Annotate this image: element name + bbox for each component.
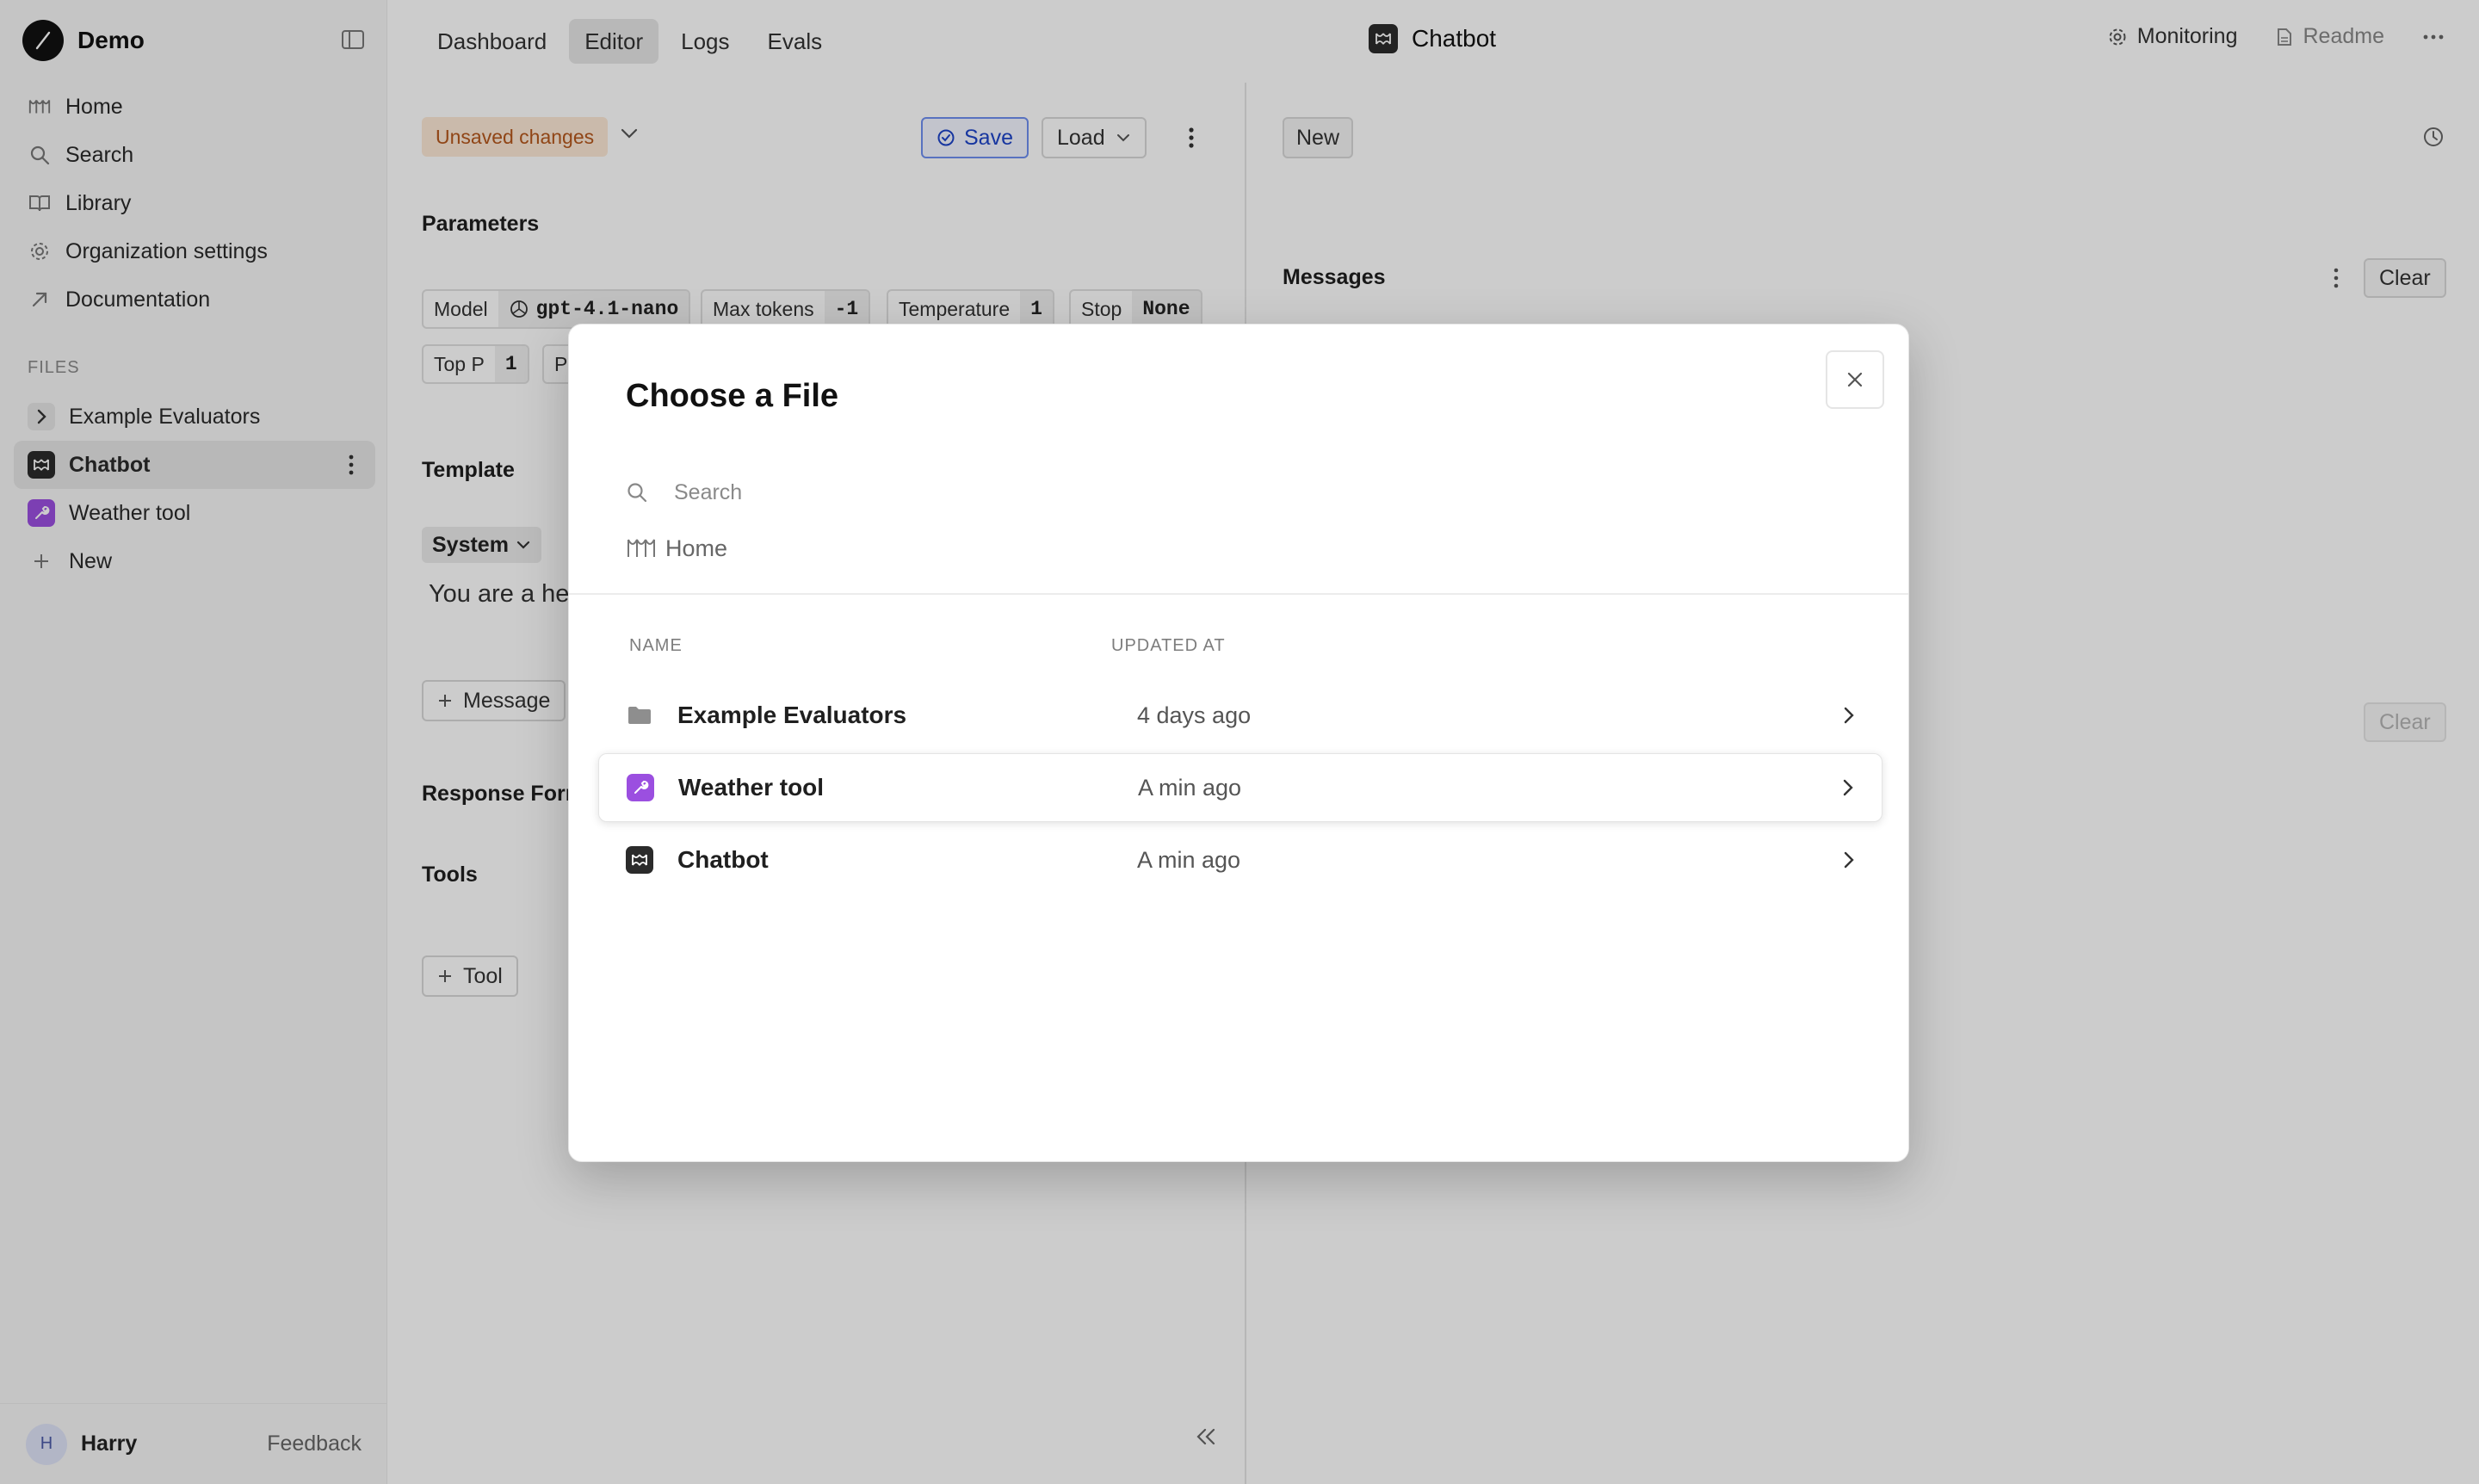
file-search-input[interactable]: [674, 479, 1793, 505]
prompt-icon: [626, 846, 653, 874]
file-row-updated: A min ago: [1137, 846, 1241, 873]
file-search: [626, 471, 1848, 514]
chevron-right-icon: [1843, 706, 1855, 725]
close-icon: [1845, 370, 1864, 389]
home-icon: [626, 537, 655, 560]
column-header-updated-at: UPDATED AT: [1111, 636, 1226, 655]
chevron-right-icon: [1842, 778, 1854, 797]
search-icon: [626, 481, 652, 504]
dialog-title: Choose a File: [626, 378, 839, 414]
file-row-updated: 4 days ago: [1137, 702, 1252, 728]
file-row-example-evaluators[interactable]: Example Evaluators 4 days ago: [598, 681, 1882, 750]
wrench-icon: [627, 774, 654, 801]
dialog-divider: [569, 593, 1908, 595]
file-row-name: Chatbot: [677, 846, 769, 873]
file-row-name: Example Evaluators: [677, 702, 907, 728]
breadcrumb[interactable]: Home: [626, 531, 727, 566]
close-button[interactable]: [1826, 350, 1884, 409]
file-row-updated: A min ago: [1138, 774, 1242, 801]
choose-file-dialog: Choose a File Home NAME UPDATED AT Examp…: [568, 324, 1909, 1162]
chevron-right-icon: [1843, 850, 1855, 869]
folder-icon: [626, 702, 653, 729]
file-row-name: Weather tool: [678, 774, 825, 801]
breadcrumb-home: Home: [665, 535, 728, 561]
file-row-weather-tool[interactable]: Weather tool A min ago: [598, 753, 1882, 822]
column-header-name: NAME: [629, 636, 683, 655]
file-row-chatbot[interactable]: Chatbot A min ago: [598, 825, 1882, 894]
